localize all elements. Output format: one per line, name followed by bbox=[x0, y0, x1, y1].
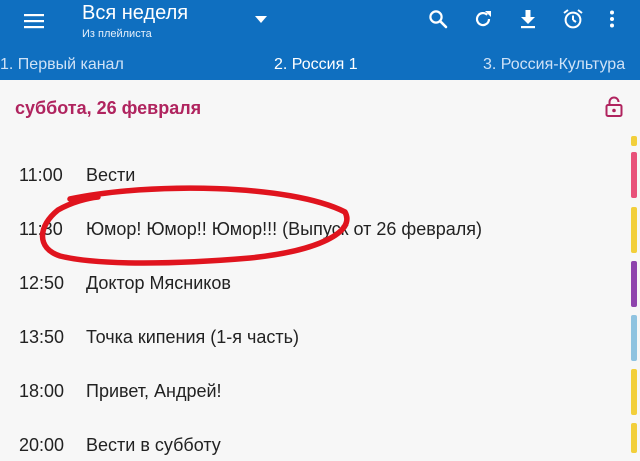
category-bar bbox=[631, 136, 637, 146]
program-row[interactable]: 20:00 Вести в субботу bbox=[0, 431, 620, 461]
category-bar bbox=[631, 423, 637, 453]
program-title: Доктор Мясников bbox=[86, 273, 231, 293]
page-title: Вся неделя bbox=[82, 2, 189, 24]
refresh-button[interactable] bbox=[471, 7, 495, 31]
category-bar bbox=[631, 152, 637, 198]
search-button[interactable] bbox=[426, 7, 450, 31]
hamburger-icon bbox=[24, 14, 44, 29]
app-bar: Вся неделя Из плейлиста 1. Первый канал … bbox=[0, 0, 640, 80]
alarm-clock-icon bbox=[563, 9, 583, 29]
program-row[interactable]: 12:50 Доктор Мясников bbox=[0, 269, 620, 299]
download-button[interactable] bbox=[516, 7, 540, 31]
category-bar bbox=[631, 207, 637, 253]
program-row[interactable]: 18:00 Привет, Андрей! bbox=[0, 377, 620, 407]
channel-tabs: 1. Первый канал 2. Россия 1 3. Россия-Ку… bbox=[0, 50, 640, 80]
program-title: Точка кипения (1-я часть) bbox=[86, 327, 300, 347]
program-row[interactable]: 13:50 Точка кипения (1-я часть) bbox=[0, 323, 620, 353]
category-bar bbox=[631, 261, 637, 307]
tab-channel-2[interactable]: 2. Россия 1 bbox=[274, 56, 358, 74]
date-heading: суббота, 26 февраля bbox=[15, 98, 202, 118]
period-dropdown-button[interactable] bbox=[252, 12, 270, 26]
tab-channel-1[interactable]: 1. Первый канал bbox=[0, 56, 124, 74]
more-button[interactable] bbox=[600, 7, 624, 31]
dropdown-arrow-icon bbox=[255, 15, 267, 23]
search-icon bbox=[429, 10, 448, 29]
category-bar bbox=[631, 369, 637, 415]
schedule-list: суббота, 26 февраля 11:00 Вести 11:30 Юм… bbox=[0, 80, 640, 455]
alarm-button[interactable] bbox=[561, 7, 585, 31]
lock-button[interactable] bbox=[604, 96, 624, 118]
program-title: Юмор! Юмор!! Юмор!!! (Выпуск от 26 февра… bbox=[86, 219, 483, 239]
program-time: 11:30 bbox=[19, 219, 63, 239]
tab-channel-3[interactable]: 3. Россия-Культура bbox=[483, 56, 625, 74]
program-row[interactable]: 11:00 Вести bbox=[0, 161, 620, 191]
program-time: 13:50 bbox=[19, 327, 65, 347]
page-subtitle: Из плейлиста bbox=[82, 28, 152, 40]
more-vert-icon bbox=[610, 10, 614, 28]
lock-open-icon bbox=[605, 96, 623, 117]
refresh-icon bbox=[475, 11, 491, 27]
program-title: Вести bbox=[86, 165, 136, 185]
menu-button[interactable] bbox=[22, 9, 46, 33]
program-time: 12:50 bbox=[19, 273, 65, 293]
program-time: 11:00 bbox=[19, 165, 63, 185]
category-bar bbox=[631, 315, 637, 361]
title-block[interactable]: Вся неделя Из плейлиста bbox=[82, 0, 188, 41]
program-row[interactable]: 11:30 Юмор! Юмор!! Юмор!!! (Выпуск от 26… bbox=[0, 215, 620, 245]
program-time: 18:00 bbox=[19, 381, 65, 401]
download-icon bbox=[521, 10, 535, 29]
program-title: Привет, Андрей! bbox=[86, 381, 222, 401]
